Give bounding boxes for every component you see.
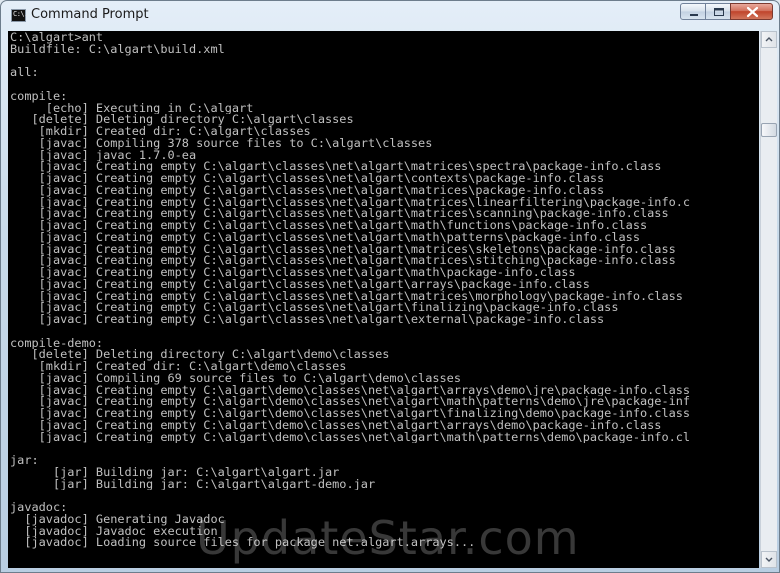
console-line: compile-demo: xyxy=(10,337,104,350)
console-line: [javac] Creating empty C:\algart\classes… xyxy=(10,267,576,279)
console-line: [javac] Creating empty C:\algart\demo\cl… xyxy=(10,408,691,420)
icon-glyph: C:\. xyxy=(13,10,28,18)
vertical-scrollbar[interactable] xyxy=(760,31,777,568)
console-line: [javac] Creating empty C:\algart\classes… xyxy=(10,278,590,291)
maximize-icon xyxy=(714,8,724,16)
console-line: [javac] Compiling 378 source files to C:… xyxy=(10,137,433,150)
console-line: [javac] Creating empty C:\algart\demo\cl… xyxy=(10,396,691,408)
scroll-thumb[interactable] xyxy=(761,123,777,137)
console-line: javadoc: xyxy=(10,502,68,514)
console-line: [javac] Creating empty C:\algart\classes… xyxy=(10,220,648,232)
console-line: [javac] Creating empty C:\algart\classes… xyxy=(10,243,676,256)
console-line: [javac] Creating empty C:\algart\classes… xyxy=(10,290,683,303)
console-line: [javac] Creating empty C:\algart\demo\cl… xyxy=(10,419,662,432)
console-output-area[interactable]: C:\algart>ant Buildfile: C:\algart\build.… xyxy=(8,31,759,568)
scroll-down-arrow-icon xyxy=(765,557,773,562)
console-line: all: xyxy=(10,67,39,79)
console-line: [delete] Deleting directory C:\algart\de… xyxy=(10,349,390,361)
console-line: [javac] Creating empty C:\algart\classes… xyxy=(10,173,605,185)
console-line: [javac] Creating empty C:\algart\demo\cl… xyxy=(10,384,691,397)
scroll-down-button[interactable] xyxy=(761,551,777,568)
console-line: [javadoc] Generating Javadoc xyxy=(10,513,225,526)
console-line: [javac] Creating empty C:\algart\classes… xyxy=(10,302,619,314)
console-line: [javac] Compiling 69 source files to C:\… xyxy=(10,372,462,385)
console-text: C:\algart>ant Buildfile: C:\algart\build.… xyxy=(8,31,759,549)
console-line: [mkdir] Created dir: C:\algart\demo\clas… xyxy=(10,361,347,373)
console-line: [javac] Creating empty C:\algart\classes… xyxy=(10,255,676,267)
minimize-icon xyxy=(690,14,698,16)
console-line: [javac] Creating empty C:\algart\classes… xyxy=(10,184,605,197)
scroll-up-arrow-icon xyxy=(765,37,773,42)
console-line: C:\algart>ant xyxy=(10,32,104,44)
title-bar[interactable]: C:\. Command Prompt xyxy=(1,1,779,31)
console-line: [jar] Building jar: C:\algart\algart.jar xyxy=(10,466,340,479)
console-line: [javadoc] Loading source files for packa… xyxy=(10,537,476,549)
command-prompt-window: C:\. Command Prompt C:\algart>ant Buildf… xyxy=(0,0,780,573)
console-line: [javac] Creating empty C:\algart\classes… xyxy=(10,196,691,209)
command-prompt-icon[interactable]: C:\. xyxy=(11,9,28,22)
console-line: [javac] javac 1.7.0-ea xyxy=(10,149,197,162)
console-line: [jar] Building jar: C:\algart\algart-dem… xyxy=(10,478,376,491)
console-line: [echo] Executing in C:\algart xyxy=(10,102,254,115)
console-line: [javac] Creating empty C:\algart\classes… xyxy=(10,231,640,244)
close-icon xyxy=(746,6,759,18)
console-line: [javadoc] Javadoc execution xyxy=(10,525,218,538)
console-line: [javac] Creating empty C:\algart\classes… xyxy=(10,314,605,326)
minimize-button[interactable] xyxy=(680,3,706,20)
console-line: jar: xyxy=(10,455,39,467)
maximize-button[interactable] xyxy=(705,3,731,20)
console-line: [mkdir] Created dir: C:\algart\classes xyxy=(10,126,311,138)
caption-buttons xyxy=(680,3,773,21)
console-line: [javac] Creating empty C:\algart\classes… xyxy=(10,208,669,220)
console-line: compile: xyxy=(10,90,68,103)
scroll-up-button[interactable] xyxy=(761,31,777,48)
console-line: [delete] Deleting directory C:\algart\cl… xyxy=(10,114,354,126)
window-title: Command Prompt xyxy=(31,7,149,22)
console-line: Buildfile: C:\algart\build.xml xyxy=(10,43,225,56)
console-line: [javac] Creating empty C:\algart\demo\cl… xyxy=(10,431,691,444)
console-line: [javac] Creating empty C:\algart\classes… xyxy=(10,161,662,173)
close-button[interactable] xyxy=(730,3,773,20)
